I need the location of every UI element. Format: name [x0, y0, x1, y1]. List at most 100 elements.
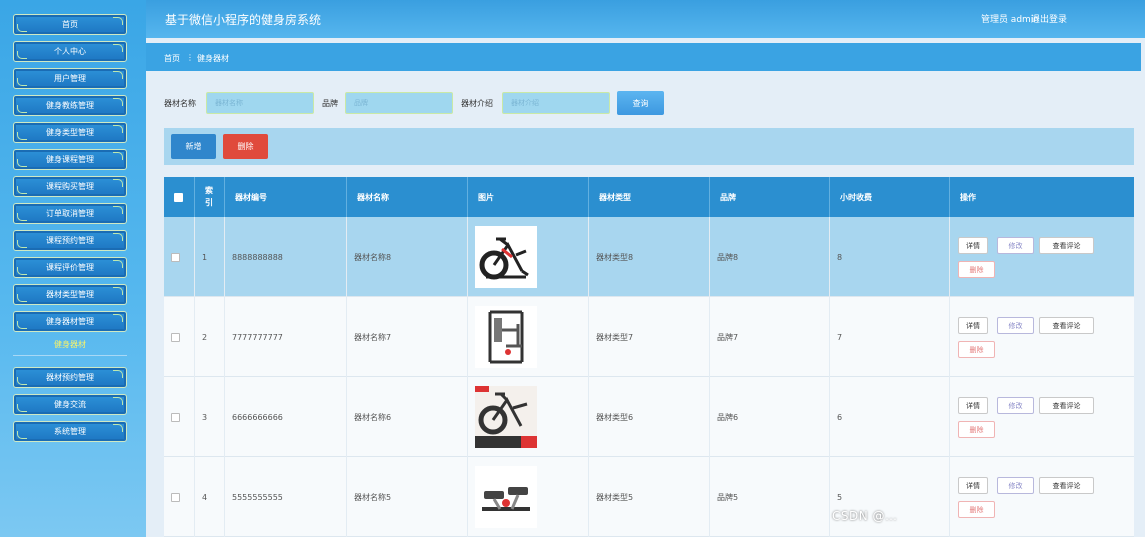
sidebar-item-users[interactable]: 用户管理: [13, 68, 127, 89]
sidebar-item-label: 健身器材管理: [46, 317, 94, 326]
view-reviews-button[interactable]: 查看评论: [1039, 477, 1094, 494]
ornament-icon: [17, 159, 27, 167]
spin-bike-image: [475, 386, 537, 448]
cell-brand: 品牌5: [710, 457, 830, 537]
ornament-icon: [113, 17, 123, 25]
cell-type: 器材类型6: [589, 377, 710, 457]
col-name: 器材名称: [347, 177, 468, 217]
row-delete-button[interactable]: 删除: [958, 261, 995, 278]
ornament-icon: [113, 71, 123, 79]
edit-button[interactable]: 修改: [997, 477, 1034, 494]
breadcrumb-home[interactable]: 首页: [164, 53, 180, 64]
detail-button[interactable]: 详情: [958, 317, 988, 334]
sidebar-item-system[interactable]: 系统管理: [13, 421, 127, 442]
sidebar-item-order-cancel[interactable]: 订单取消管理: [13, 203, 127, 224]
edit-button[interactable]: 修改: [997, 317, 1034, 334]
sidebar-item-coaches[interactable]: 健身教练管理: [13, 95, 127, 116]
query-button[interactable]: 查询: [617, 91, 664, 115]
cell-ops: 详情 修改 查看评论 删除: [950, 457, 1134, 537]
row-delete-button[interactable]: 删除: [958, 341, 995, 358]
sidebar-item-equipment[interactable]: 健身器材管理: [13, 311, 127, 332]
cell-brand: 品牌7: [710, 297, 830, 377]
sidebar-item-label: 健身类型管理: [46, 128, 94, 137]
col-index: 索 引: [195, 177, 225, 217]
sidebar-item-label: 健身交流: [54, 400, 86, 409]
row-checkbox[interactable]: [171, 412, 180, 422]
ornament-icon: [113, 370, 123, 378]
ornament-icon: [113, 424, 123, 432]
row-delete-button[interactable]: 删除: [958, 501, 995, 518]
table-row[interactable]: 2 7777777777 器材名称7 器材类型7 品牌7 7 详情 修改 查看评…: [164, 297, 1134, 377]
equipment-name-label: 器材名称: [164, 99, 196, 108]
sidebar-item-equipment-booking[interactable]: 器材预约管理: [13, 367, 127, 388]
table-row[interactable]: 1 8888888888 器材名称8 器材类型8 品牌8 8 详情 修改 查看评…: [164, 217, 1134, 297]
sidebar-item-course-purchases[interactable]: 课程购买管理: [13, 176, 127, 197]
table-row[interactable]: 3 6666666666 器材名称6 器材类型6 品牌6 6 详情 修改 查看评…: [164, 377, 1134, 457]
sidebar-item-fitness-types[interactable]: 健身类型管理: [13, 122, 127, 143]
detail-button[interactable]: 详情: [958, 477, 988, 494]
ornament-icon: [17, 132, 27, 140]
sidebar-item-course-booking[interactable]: 课程预约管理: [13, 230, 127, 251]
cell-image: [468, 217, 589, 297]
detail-button[interactable]: 详情: [958, 237, 988, 254]
sidebar-subitem-equipment[interactable]: 健身器材: [13, 339, 127, 350]
equipment-intro-input[interactable]: 器材介绍: [502, 92, 610, 114]
sidebar-item-course-reviews[interactable]: 课程评价管理: [13, 257, 127, 278]
cell-code: 6666666666: [225, 377, 347, 457]
table-header: 索 引 器材编号 器材名称 图片 器材类型 品牌 小时收费 操作: [164, 177, 1134, 217]
sidebar-item-label: 用户管理: [54, 74, 86, 83]
cell-fee: 8: [830, 217, 950, 297]
select-all-checkbox[interactable]: [174, 192, 183, 202]
cell-image: [468, 297, 589, 377]
sidebar-item-profile[interactable]: 个人中心: [13, 41, 127, 62]
cell-type: 器材类型8: [589, 217, 710, 297]
ornament-icon: [17, 105, 27, 113]
sidebar-item-label: 订单取消管理: [46, 209, 94, 218]
cell-image: [468, 377, 589, 457]
cell-brand: 品牌8: [710, 217, 830, 297]
sidebar: 首页 个人中心 用户管理 健身教练管理 健身类型管理 健身课程管理 课程购买管理…: [0, 0, 146, 537]
add-button[interactable]: 新增: [171, 134, 216, 159]
watermark: CSDN @…: [832, 509, 898, 523]
sidebar-item-label: 课程评价管理: [46, 263, 94, 272]
ornament-icon: [113, 314, 123, 322]
row-select-cell: [164, 217, 195, 297]
cell-index: 1: [195, 217, 225, 297]
cell-ops: 详情 修改 查看评论 删除: [950, 217, 1134, 297]
cell-index: 4: [195, 457, 225, 537]
row-checkbox[interactable]: [171, 492, 180, 502]
ornament-icon: [113, 260, 123, 268]
action-bar: 新增 删除: [164, 128, 1134, 165]
col-brand: 品牌: [710, 177, 830, 217]
cell-fee: 5: [830, 457, 950, 537]
row-delete-button[interactable]: 删除: [958, 421, 995, 438]
view-reviews-button[interactable]: 查看评论: [1039, 317, 1094, 334]
logout-link[interactable]: 退出登录: [1031, 12, 1067, 25]
detail-button[interactable]: 详情: [958, 397, 988, 414]
sidebar-item-forum[interactable]: 健身交流: [13, 394, 127, 415]
row-checkbox[interactable]: [171, 332, 180, 342]
view-reviews-button[interactable]: 查看评论: [1039, 397, 1094, 414]
breadcrumb-current: 健身器材: [197, 54, 229, 63]
divider: [13, 355, 127, 356]
cell-type: 器材类型5: [589, 457, 710, 537]
ornament-icon: [17, 78, 27, 86]
view-reviews-button[interactable]: 查看评论: [1039, 237, 1094, 254]
cell-name: 器材名称8: [347, 217, 468, 297]
table-row[interactable]: 4 5555555555 器材名称5 器材类型5 品牌5 5 详情 修改 查看评…: [164, 457, 1134, 537]
cell-fee: 6: [830, 377, 950, 457]
sidebar-item-home[interactable]: 首页: [13, 14, 127, 35]
delete-button[interactable]: 删除: [223, 134, 268, 159]
brand-input[interactable]: 品牌: [345, 92, 453, 114]
edit-button[interactable]: 修改: [997, 237, 1034, 254]
cell-code: 8888888888: [225, 217, 347, 297]
sidebar-item-equipment-types[interactable]: 器材类型管理: [13, 284, 127, 305]
sidebar-item-courses[interactable]: 健身课程管理: [13, 149, 127, 170]
cell-index: 3: [195, 377, 225, 457]
equipment-name-input[interactable]: 器材名称: [206, 92, 314, 114]
edit-button[interactable]: 修改: [997, 397, 1034, 414]
col-code: 器材编号: [225, 177, 347, 217]
row-checkbox[interactable]: [171, 252, 180, 262]
stepper-image: [475, 466, 537, 528]
ornament-icon: [17, 294, 27, 302]
